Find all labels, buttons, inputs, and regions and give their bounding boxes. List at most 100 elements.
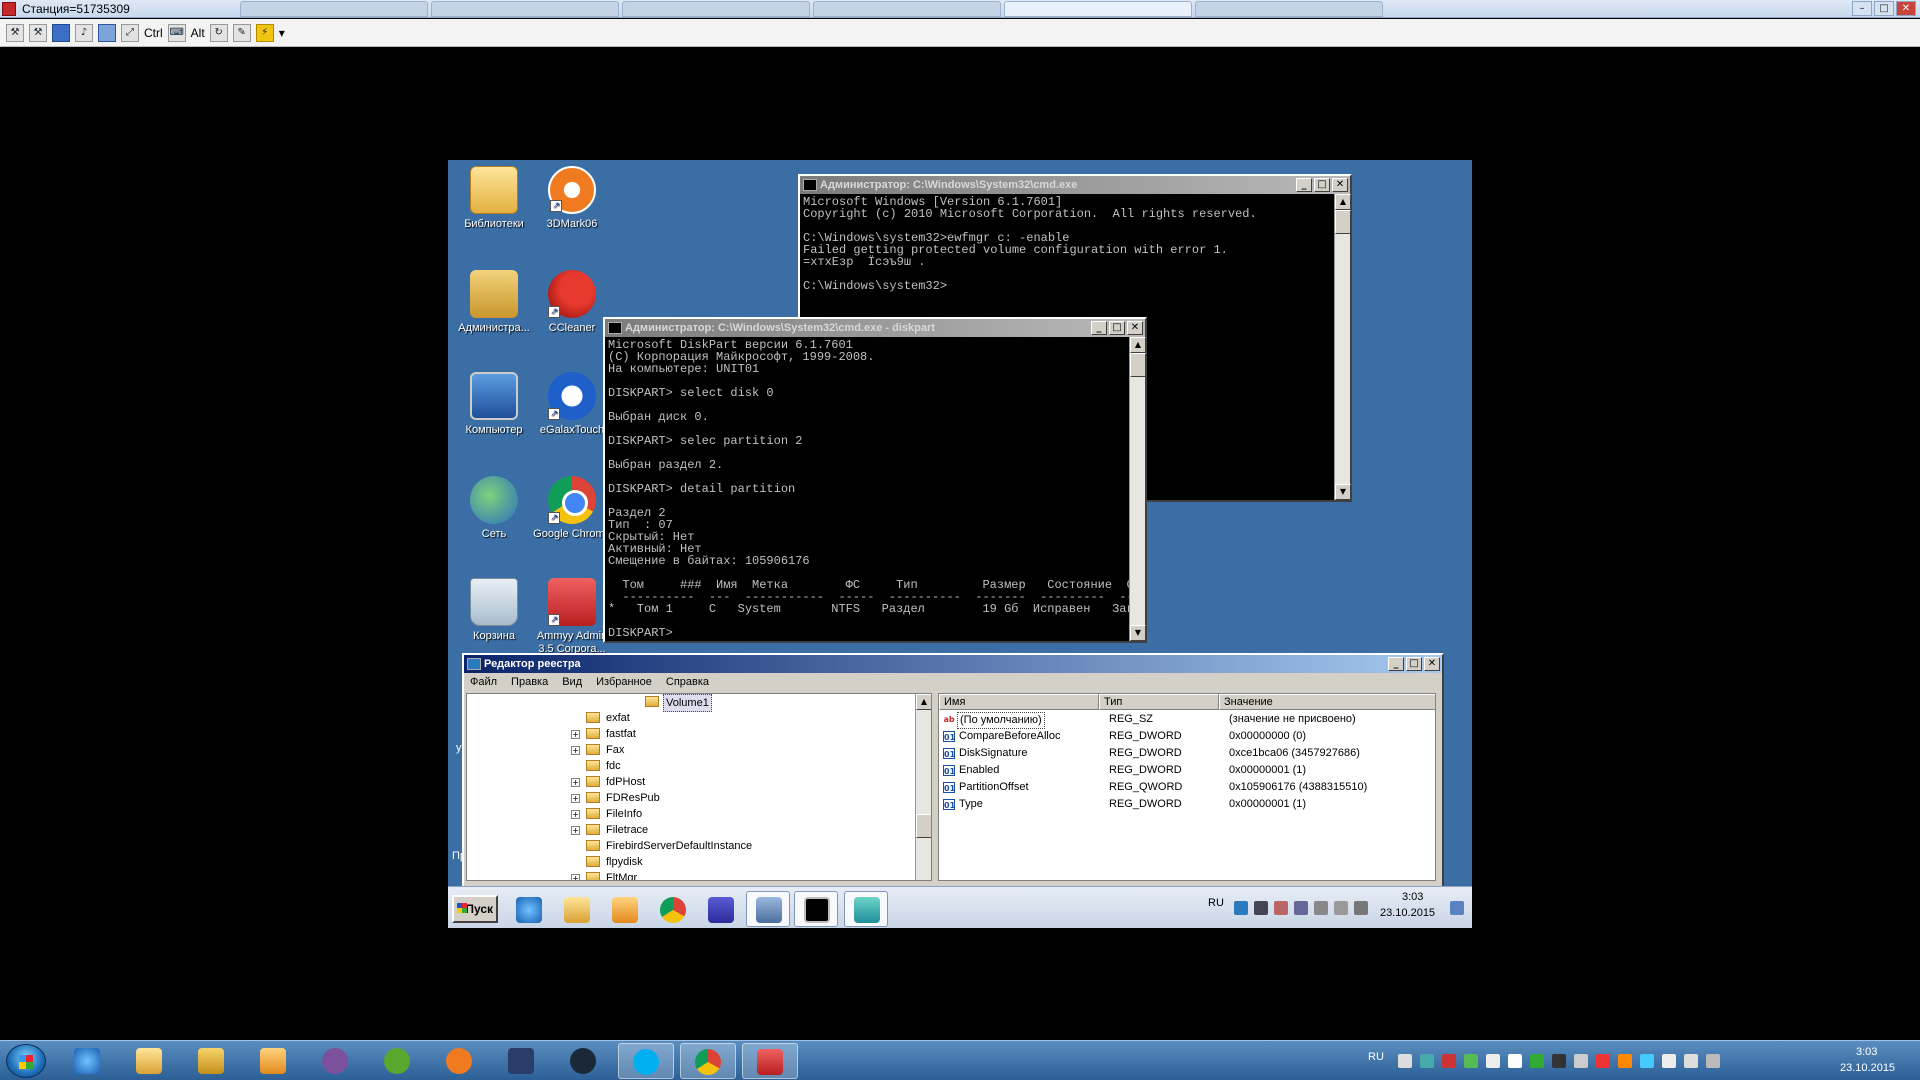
fullscreen-icon[interactable] xyxy=(98,23,116,42)
desktop-icon-network[interactable]: Сеть xyxy=(454,476,534,541)
host-taskbar-steam[interactable] xyxy=(556,1043,612,1079)
value-row[interactable]: 01 Enabled REG_DWORD 0x00000001 (1) xyxy=(939,762,1435,779)
taskbar-regedit-button[interactable] xyxy=(844,891,888,927)
menu-edit[interactable]: Правка xyxy=(511,673,548,691)
host-tab-4[interactable] xyxy=(813,1,1001,17)
menu-view[interactable]: Вид xyxy=(562,673,582,691)
tray-network-icon[interactable] xyxy=(1294,901,1308,915)
fit-screen-icon[interactable]: ⤢ xyxy=(121,23,139,42)
remote-start-button[interactable]: Пуск xyxy=(452,895,498,923)
lightning-icon[interactable]: ⚡ xyxy=(255,23,274,42)
flag-icon[interactable] xyxy=(1354,901,1368,915)
expand-icon[interactable]: + xyxy=(571,874,580,880)
host-tab-6[interactable] xyxy=(1195,1,1383,17)
ctrl-key-button[interactable]: Ctrl xyxy=(144,26,163,40)
menu-file[interactable]: Файл xyxy=(470,673,497,691)
show-desktop-icon[interactable] xyxy=(1450,901,1464,915)
host-taskbar-utorrent[interactable] xyxy=(370,1043,426,1079)
alt-key-button[interactable]: Alt xyxy=(191,26,205,40)
expand-icon[interactable]: + xyxy=(571,730,580,739)
tools-2-icon[interactable]: ⚒ xyxy=(29,23,47,42)
value-row[interactable]: ab (По умолчанию) REG_SZ (значение не пр… xyxy=(939,711,1435,729)
taskbar-save-button[interactable] xyxy=(698,891,742,927)
host-taskbar-media[interactable] xyxy=(246,1043,302,1079)
start-orb-button[interactable] xyxy=(6,1044,46,1078)
regedit-maximize-button[interactable]: □ xyxy=(1406,657,1422,671)
expand-icon[interactable]: + xyxy=(571,826,580,835)
desktop-icon-libraries[interactable]: Библиотеки xyxy=(454,166,534,231)
screen-icon[interactable] xyxy=(52,23,70,42)
cmd-titlebar[interactable]: Администратор: C:\Windows\System32\cmd.e… xyxy=(800,176,1350,194)
diskpart-console-output[interactable]: Microsoft DiskPart версии 6.1.7601 (C) Ко… xyxy=(605,337,1129,641)
remote-clock-date[interactable]: 23.10.2015 xyxy=(1380,907,1435,919)
desktop-icon-recycle-bin[interactable]: Корзина xyxy=(454,578,534,643)
desktop-icon-google-chrome[interactable]: ↗ Google Chrome xyxy=(532,476,612,541)
registry-values-list[interactable]: Имя Тип Значение ab (По умолчанию) REG_S… xyxy=(938,693,1436,881)
remote-clock-time[interactable]: 3:03 xyxy=(1402,891,1423,903)
close-button[interactable]: ✕ xyxy=(1896,1,1916,16)
desktop-icon-3dmark06[interactable]: ↗ 3DMark06 xyxy=(532,166,612,231)
keyboard-icon[interactable]: ⌨ xyxy=(167,23,186,42)
taskbar-computer-button[interactable] xyxy=(746,891,790,927)
regedit-window[interactable]: Редактор реестра _ □ ✕ Файл Правка Вид И… xyxy=(462,653,1444,889)
tray-app-2-icon[interactable] xyxy=(1464,1054,1478,1068)
tray-network-icon[interactable] xyxy=(1662,1054,1676,1068)
scroll-up-icon[interactable]: ▲ xyxy=(1335,194,1351,210)
menu-favorites[interactable]: Избранное xyxy=(596,673,652,691)
scroll-thumb[interactable] xyxy=(916,814,931,838)
scroll-thumb[interactable] xyxy=(1335,210,1351,234)
refresh-icon[interactable]: ↻ xyxy=(209,23,228,42)
tray-app-10-icon[interactable] xyxy=(1640,1054,1654,1068)
cmd-maximize-button[interactable]: □ xyxy=(1314,178,1330,192)
tray-app-7-icon[interactable] xyxy=(1574,1054,1588,1068)
minimize-button[interactable]: – xyxy=(1852,1,1872,16)
desktop-icon-administrator[interactable]: Администра... xyxy=(454,270,534,335)
desktop-icon-ccleaner[interactable]: ↗ CCleaner xyxy=(532,270,612,335)
cmd-minimize-button[interactable]: _ xyxy=(1296,178,1312,192)
regedit-close-button[interactable]: ✕ xyxy=(1424,657,1440,671)
host-tab-5[interactable] xyxy=(1004,1,1192,17)
expand-icon[interactable]: + xyxy=(571,794,580,803)
expand-icon[interactable]: + xyxy=(571,778,580,787)
desktop-icon-ammyy-admin[interactable]: ↗ Ammyy Admin 3.5 Corpora... xyxy=(532,578,612,656)
value-row[interactable]: 01 Type REG_DWORD 0x00000001 (1) xyxy=(939,796,1435,813)
cmd-close-button[interactable]: ✕ xyxy=(1332,178,1348,192)
tray-speaker-icon[interactable] xyxy=(1274,901,1288,915)
host-tab-1[interactable] xyxy=(240,1,428,17)
host-clock-time[interactable]: 3:03 xyxy=(1856,1046,1877,1058)
host-taskbar-ie[interactable] xyxy=(60,1043,116,1079)
host-taskbar-chrome[interactable] xyxy=(680,1043,736,1079)
expand-icon[interactable]: + xyxy=(571,746,580,755)
scroll-down-icon[interactable]: ▼ xyxy=(1335,484,1351,500)
tray-app-9-icon[interactable] xyxy=(1618,1054,1632,1068)
menu-help[interactable]: Справка xyxy=(666,673,709,691)
taskbar-media-button[interactable] xyxy=(602,891,646,927)
volume-icon[interactable] xyxy=(1334,901,1348,915)
diskpart-minimize-button[interactable]: _ xyxy=(1091,321,1107,335)
host-taskbar-ammyy[interactable] xyxy=(742,1043,798,1079)
column-header-name[interactable]: Имя xyxy=(939,694,1099,710)
volume-icon[interactable] xyxy=(1684,1054,1698,1068)
maximize-button[interactable]: □ xyxy=(1874,1,1894,16)
tray-pen-icon[interactable] xyxy=(1398,1054,1412,1068)
host-clock-date[interactable]: 23.10.2015 xyxy=(1840,1062,1895,1074)
flag-icon[interactable] xyxy=(1706,1054,1720,1068)
scroll-up-icon[interactable]: ▲ xyxy=(916,694,931,710)
registry-tree[interactable]: Volume1 exfat + fastfat + Fax fdc + fdPH… xyxy=(466,693,932,881)
chevron-down-icon[interactable]: ▾ xyxy=(279,26,285,40)
desktop-icon-egalaxtouch[interactable]: ↗ eGalaxTouch xyxy=(532,372,612,437)
value-row[interactable]: 01 CompareBeforeAlloc REG_DWORD 0x000000… xyxy=(939,728,1435,745)
regedit-titlebar[interactable]: Редактор реестра _ □ ✕ xyxy=(464,655,1442,673)
expand-icon[interactable]: + xyxy=(571,810,580,819)
scroll-thumb[interactable] xyxy=(1130,353,1146,377)
column-header-type[interactable]: Тип xyxy=(1099,694,1219,710)
host-tab-3[interactable] xyxy=(622,1,810,17)
cmd-scrollbar[interactable]: ▲ ▼ xyxy=(1334,194,1351,500)
taskbar-cmd-button[interactable] xyxy=(794,891,838,927)
diskpart-close-button[interactable]: ✕ xyxy=(1127,321,1143,335)
tree-scrollbar[interactable]: ▲ xyxy=(915,694,931,880)
sound-icon[interactable]: ♪ xyxy=(75,23,93,42)
host-taskbar-app[interactable] xyxy=(432,1043,488,1079)
tray-app-icon[interactable] xyxy=(1420,1054,1434,1068)
tray-app-3-icon[interactable] xyxy=(1486,1054,1500,1068)
